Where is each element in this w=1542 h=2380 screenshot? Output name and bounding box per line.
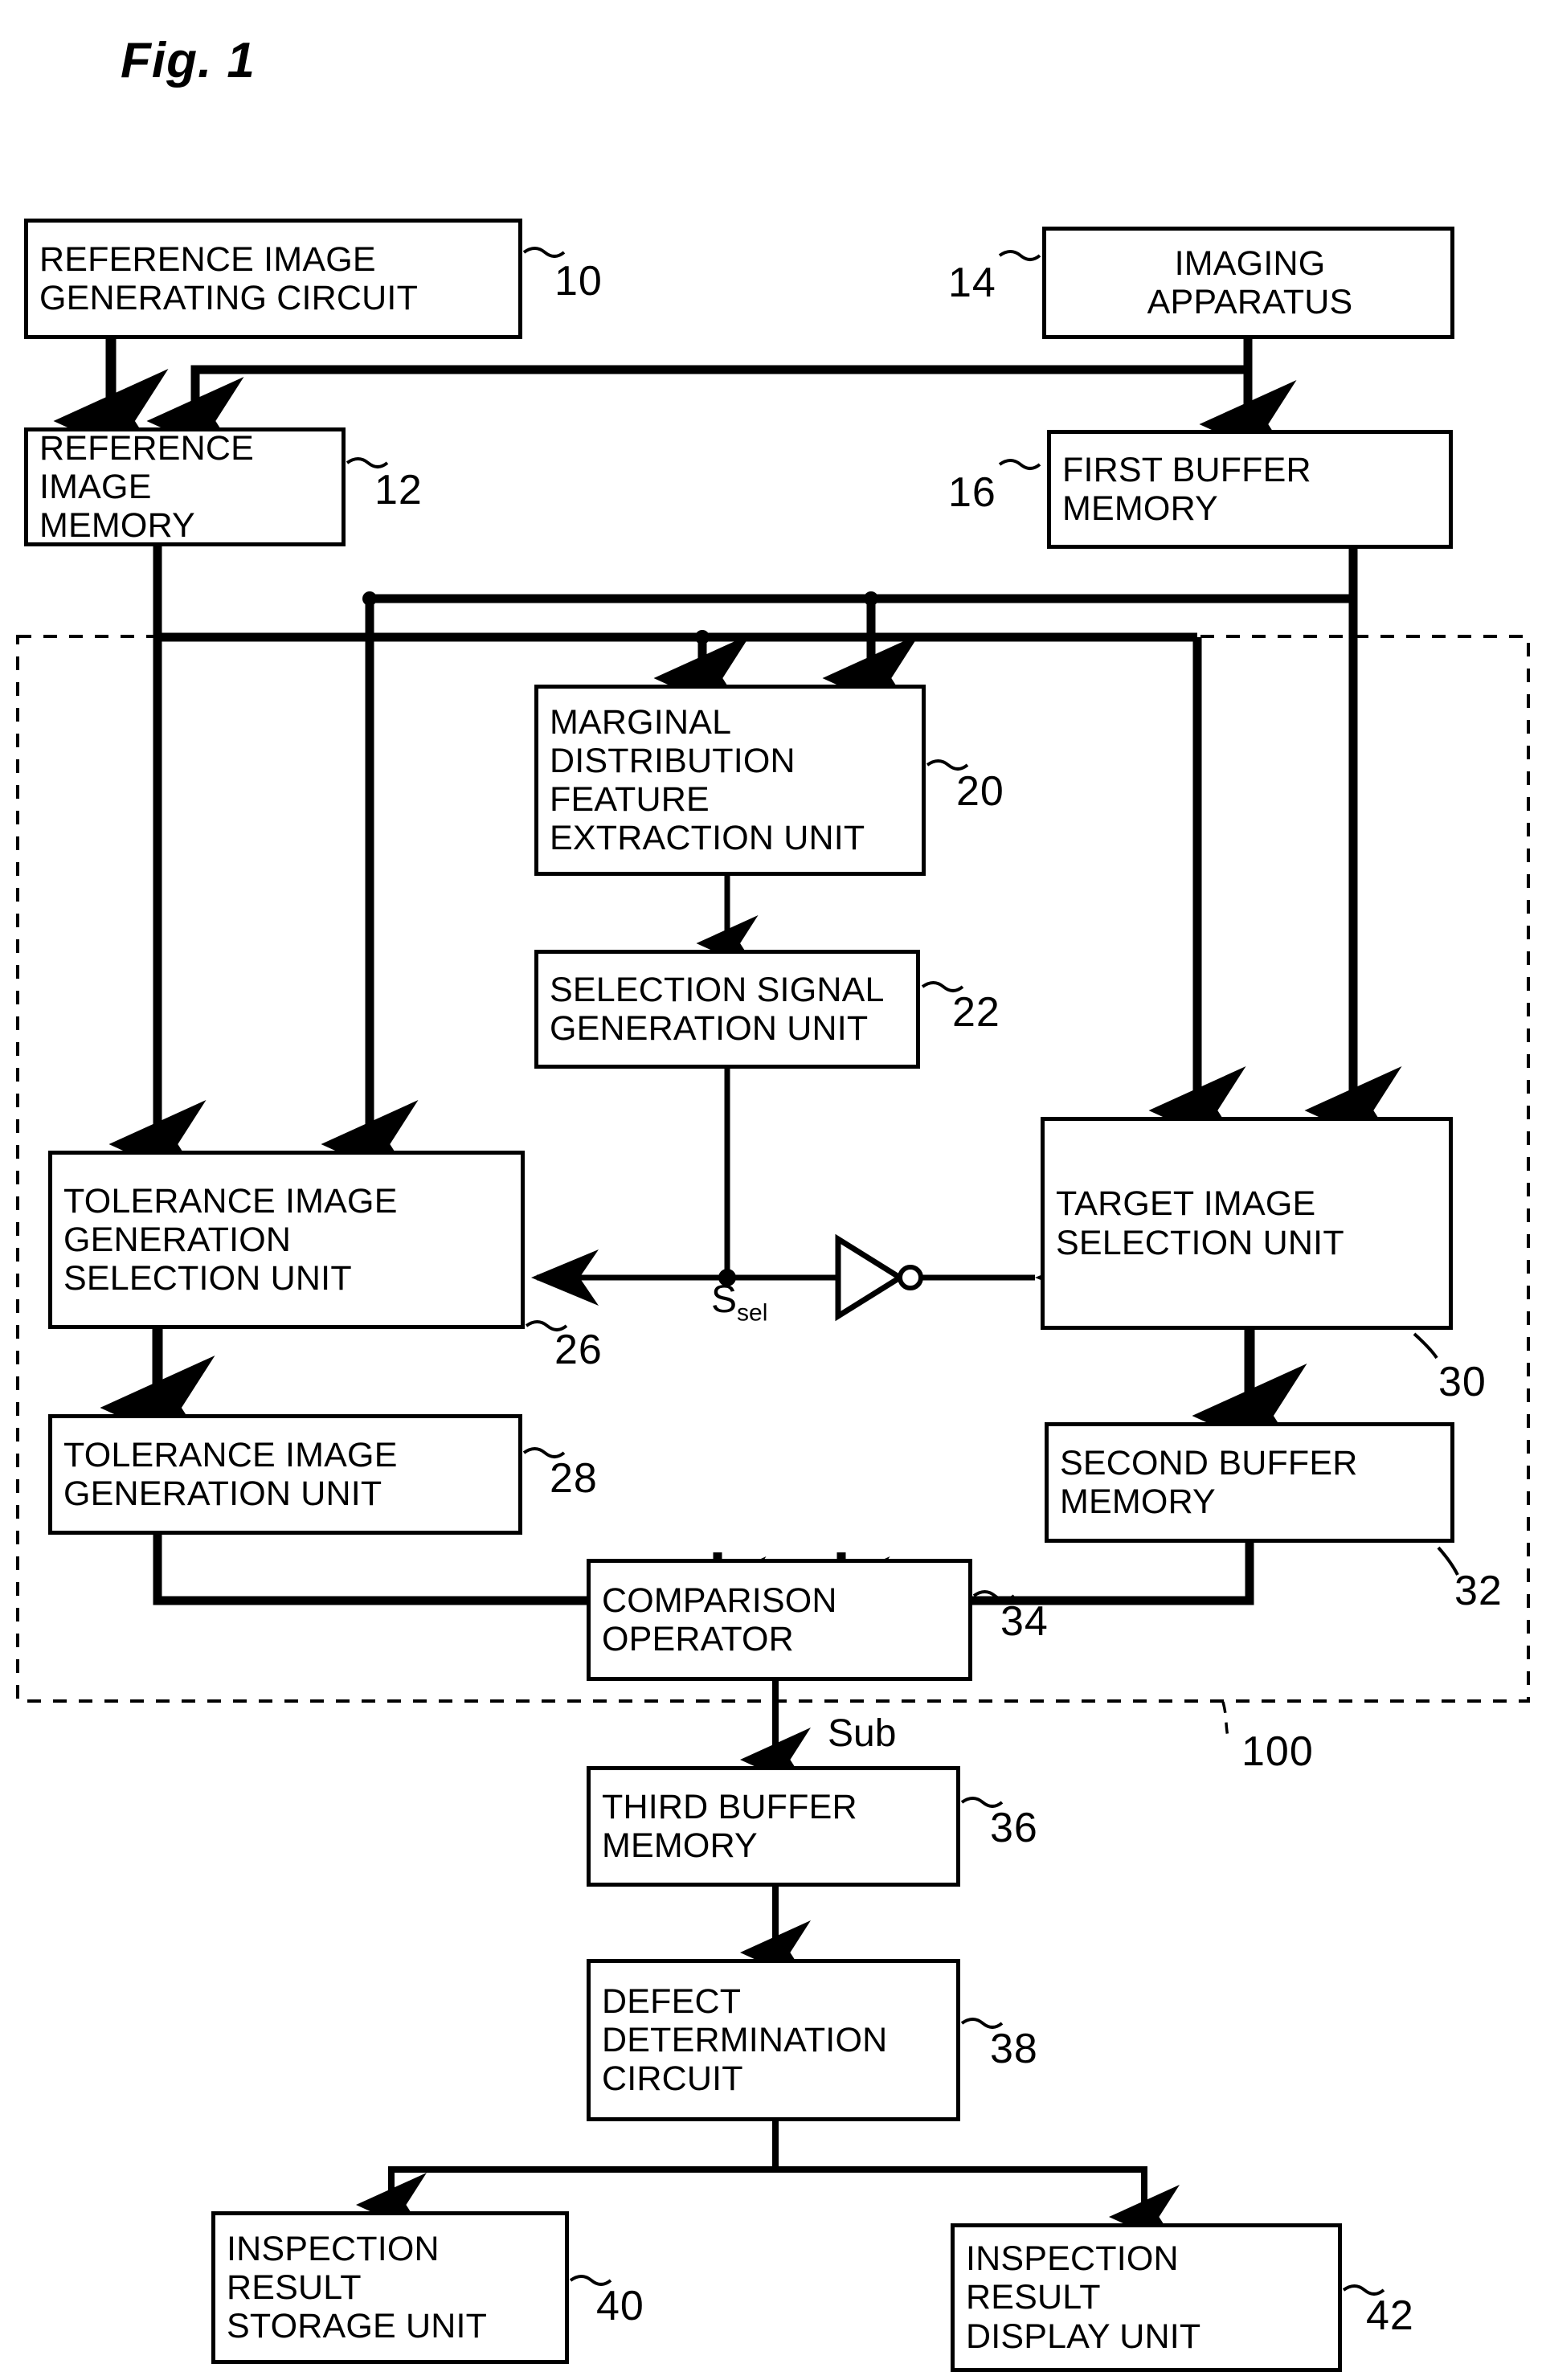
- signal-base-ssel: S: [711, 1278, 738, 1321]
- block-label-20: MARGINAL DISTRIBUTION FEATURE EXTRACTION…: [550, 702, 865, 858]
- block-22: SELECTION SIGNAL GENERATION UNIT: [534, 950, 920, 1069]
- reference-numeral-100: 100: [1241, 1728, 1314, 1775]
- reference-numeral-26: 26: [554, 1327, 603, 1373]
- signal-base-sub: Sub: [828, 1712, 897, 1755]
- reference-numeral-36: 36: [990, 1805, 1038, 1851]
- reference-numeral-34: 34: [1000, 1598, 1049, 1645]
- reference-numeral-28: 28: [550, 1455, 598, 1502]
- block-label-16: FIRST BUFFER MEMORY: [1062, 450, 1311, 528]
- block-40: INSPECTION RESULT STORAGE UNIT: [211, 2211, 569, 2364]
- reference-numeral-12: 12: [374, 467, 423, 513]
- block-label-42: INSPECTION RESULT DISPLAY UNIT: [966, 2239, 1201, 2356]
- reference-numeral-20: 20: [956, 768, 1004, 815]
- block-34: COMPARISON OPERATOR: [587, 1559, 972, 1681]
- reference-numeral-32: 32: [1454, 1568, 1503, 1614]
- block-label-10: REFERENCE IMAGE GENERATING CIRCUIT: [39, 239, 419, 317]
- reference-numeral-10: 10: [554, 258, 603, 305]
- signal-label-ssel: Ssel: [711, 1278, 767, 1327]
- block-26: TOLERANCE IMAGE GENERATION SELECTION UNI…: [48, 1151, 525, 1329]
- signal-label-sub: Sub: [828, 1711, 896, 1756]
- reference-numeral-22: 22: [952, 989, 1000, 1036]
- block-label-34: COMPARISON OPERATOR: [602, 1581, 837, 1658]
- block-label-40: INSPECTION RESULT STORAGE UNIT: [227, 2229, 488, 2346]
- reference-numeral-16: 16: [948, 469, 996, 516]
- block-30: TARGET IMAGE SELECTION UNIT: [1041, 1117, 1453, 1330]
- block-label-28: TOLERANCE IMAGE GENERATION UNIT: [63, 1435, 398, 1513]
- block-label-36: THIRD BUFFER MEMORY: [602, 1787, 857, 1865]
- signal-subscript-ssel: sel: [737, 1299, 768, 1327]
- block-label-30: TARGET IMAGE SELECTION UNIT: [1056, 1184, 1344, 1262]
- block-10: REFERENCE IMAGE GENERATING CIRCUIT: [24, 219, 522, 339]
- block-32: SECOND BUFFER MEMORY: [1045, 1422, 1454, 1543]
- block-12: REFERENCE IMAGE MEMORY: [24, 427, 346, 546]
- block-14: IMAGING APPARATUS: [1042, 227, 1454, 339]
- block-36: THIRD BUFFER MEMORY: [587, 1766, 960, 1887]
- block-label-32: SECOND BUFFER MEMORY: [1060, 1443, 1358, 1521]
- block-label-38: DEFECT DETERMINATION CIRCUIT: [602, 1981, 888, 2099]
- block-label-22: SELECTION SIGNAL GENERATION UNIT: [550, 970, 885, 1048]
- block-16: FIRST BUFFER MEMORY: [1047, 430, 1453, 549]
- reference-numeral-38: 38: [990, 2026, 1038, 2072]
- patent-figure-canvas: Fig. 1 REFERENCE IMAGE GENERATING CIRCUI…: [0, 0, 1542, 2380]
- reference-numeral-30: 30: [1438, 1359, 1487, 1405]
- block-label-12: REFERENCE IMAGE MEMORY: [39, 428, 255, 546]
- block-label-26: TOLERANCE IMAGE GENERATION SELECTION UNI…: [63, 1181, 398, 1298]
- block-28: TOLERANCE IMAGE GENERATION UNIT: [48, 1414, 522, 1535]
- block-20: MARGINAL DISTRIBUTION FEATURE EXTRACTION…: [534, 685, 926, 876]
- reference-numeral-40: 40: [596, 2283, 644, 2329]
- block-label-14: IMAGING APPARATUS: [1147, 243, 1353, 321]
- reference-numeral-42: 42: [1366, 2292, 1414, 2339]
- block-38: DEFECT DETERMINATION CIRCUIT: [587, 1959, 960, 2121]
- block-42: INSPECTION RESULT DISPLAY UNIT: [951, 2223, 1342, 2372]
- reference-numeral-14: 14: [948, 260, 996, 306]
